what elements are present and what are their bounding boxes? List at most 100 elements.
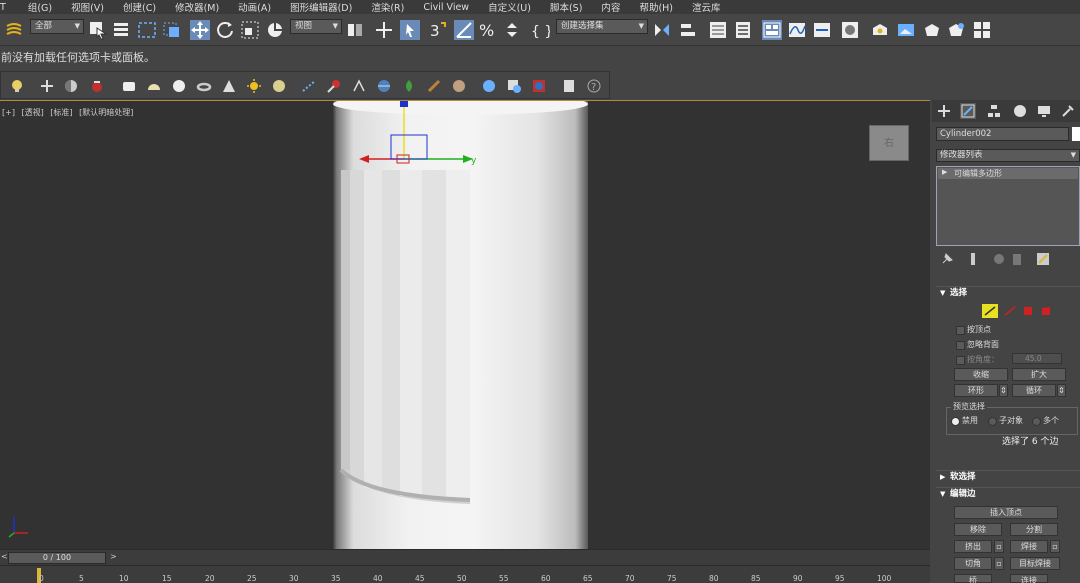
move-icon[interactable] — [190, 20, 210, 40]
teapot-icon[interactable] — [89, 78, 105, 94]
workspace-grid-icon[interactable] — [972, 20, 992, 40]
menu-item-help[interactable]: 帮助(H) — [639, 0, 673, 14]
object-name-field[interactable]: Cylinder002 — [936, 127, 1069, 141]
create-tab-icon[interactable] — [936, 103, 952, 119]
preview-subobject-radio[interactable]: 子对象 — [988, 415, 1023, 426]
menu-item-rendering[interactable]: 渲染(R) — [371, 0, 404, 14]
menu-item-graph-editors[interactable]: 图形编辑器(D) — [290, 0, 352, 14]
menu-item-scripting[interactable]: 脚本(S) — [550, 0, 582, 14]
bone-icon[interactable] — [351, 78, 367, 94]
chamfer-button[interactable]: 切角 — [954, 557, 992, 570]
help-icon[interactable]: ? — [586, 78, 602, 94]
viewport-pov-label[interactable]: [透视] — [22, 108, 44, 117]
connect-button[interactable]: 连接 — [1010, 574, 1048, 583]
document-icon[interactable] — [561, 78, 577, 94]
scale-icon[interactable] — [240, 20, 260, 40]
object-color-swatch[interactable] — [1072, 127, 1080, 141]
hierarchy-tab-icon[interactable] — [986, 103, 1002, 119]
snaps-toggle-icon[interactable]: 3 — [428, 20, 448, 40]
remove-modifier-icon[interactable] — [1010, 252, 1024, 266]
modify-tab-icon[interactable] — [960, 103, 976, 119]
torus-icon[interactable] — [196, 78, 212, 94]
globe-icon[interactable] — [376, 78, 392, 94]
ring-spinner[interactable]: ⇕ — [999, 384, 1008, 397]
menu-item-modifiers[interactable]: 修改器(M) — [175, 0, 219, 14]
scene-explorer-icon[interactable] — [733, 20, 753, 40]
show-end-result-icon[interactable] — [966, 252, 980, 266]
by-vertex-checkbox[interactable]: 按顶点 — [956, 324, 991, 335]
edge-mode-icon[interactable] — [1002, 304, 1018, 318]
select-manipulate-icon[interactable] — [374, 20, 394, 40]
keyboard-shortcut-override-icon[interactable] — [400, 20, 420, 40]
pivot-center-icon[interactable] — [345, 20, 365, 40]
soft-selection-rollout-header[interactable]: ▶ 软选择 — [936, 470, 1080, 483]
viewport-standard-label[interactable]: [标准] — [50, 108, 72, 117]
edit-named-selection-icon[interactable]: { } — [530, 20, 550, 40]
chamfer-settings-button[interactable]: ▫ — [994, 557, 1004, 570]
ignore-backfacing-checkbox[interactable]: 忽略背面 — [956, 339, 999, 350]
element-mode-icon[interactable] — [1038, 304, 1054, 318]
sky-light-icon[interactable] — [271, 78, 287, 94]
selection-filter-dropdown[interactable]: 全部 ▼ — [30, 19, 84, 34]
perspective-viewport[interactable]: y [+] [透视] [标准] [默认明暗处理] 右 — [0, 100, 930, 549]
ribbon-toggle-icon[interactable] — [762, 20, 782, 40]
display-tab-icon[interactable] — [1036, 103, 1052, 119]
select-by-name-icon[interactable] — [112, 20, 132, 40]
menu-item-content[interactable]: 内容 — [601, 0, 620, 14]
modifier-brush-icon[interactable] — [426, 78, 442, 94]
by-angle-checkbox[interactable]: 按角度： — [956, 354, 999, 365]
render-iterative-icon[interactable] — [946, 20, 966, 40]
menu-item-render-cloud[interactable]: 渲云库 — [692, 0, 721, 14]
menu-item-customize[interactable]: 自定义(U) — [488, 0, 531, 14]
hemisphere-icon[interactable] — [146, 78, 162, 94]
cone-icon[interactable] — [221, 78, 237, 94]
grow-button[interactable]: 扩大 — [1012, 368, 1066, 381]
selected-shell-object[interactable] — [338, 170, 478, 508]
extrude-settings-button[interactable]: ▫ — [994, 540, 1004, 553]
menu-item-animation[interactable]: 动画(A) — [238, 0, 271, 14]
shrink-button[interactable]: 收缩 — [954, 368, 1008, 381]
window-crossing-icon[interactable] — [162, 20, 182, 40]
bridge-button[interactable]: 桥 — [954, 574, 992, 583]
named-selection-dropdown[interactable]: 创建选择集 ▼ — [556, 19, 648, 34]
ring-button[interactable]: 环形 — [954, 384, 998, 397]
rendered-frame-window-icon[interactable] — [896, 20, 916, 40]
box-icon[interactable] — [121, 78, 137, 94]
loop-button[interactable]: 循环 — [1012, 384, 1056, 397]
shell-icon[interactable] — [451, 78, 467, 94]
menu-item-group[interactable]: 组(G) — [28, 0, 52, 14]
material-slot-icon[interactable] — [506, 78, 522, 94]
sphere-icon[interactable] — [171, 78, 187, 94]
select-object-icon[interactable] — [88, 20, 108, 40]
make-unique-icon[interactable] — [992, 252, 1006, 266]
light-bulb-icon[interactable] — [9, 78, 25, 94]
loop-spinner[interactable]: ⇕ — [1057, 384, 1066, 397]
viewport-shading-label[interactable]: [默认明暗处理] — [79, 108, 133, 117]
time-slider[interactable]: 0 / 100 — [8, 552, 106, 564]
percent-snap-icon[interactable]: % — [478, 20, 498, 40]
rotate-icon[interactable] — [215, 20, 235, 40]
foliage-icon[interactable] — [401, 78, 417, 94]
angle-spinner[interactable]: 45.0 — [1012, 353, 1062, 364]
modifier-list-dropdown[interactable]: 修改器列表 ▼ — [936, 149, 1080, 162]
time-prev-arrow[interactable]: < — [1, 552, 8, 561]
spinner-snap-icon[interactable] — [502, 20, 522, 40]
remove-button[interactable]: 移除 — [954, 523, 1002, 536]
angle-snap-icon[interactable] — [454, 20, 474, 40]
material-browser-icon[interactable] — [531, 78, 547, 94]
particles-icon[interactable] — [301, 78, 317, 94]
link-icon[interactable] — [4, 20, 24, 40]
split-button[interactable]: 分割 — [1010, 523, 1058, 536]
utilities-tab-icon[interactable] — [1060, 103, 1076, 119]
render-sphere-icon[interactable] — [481, 78, 497, 94]
preview-disabled-radio[interactable]: 禁用 — [951, 415, 978, 426]
track-bar[interactable]: 0 5 10 15 20 25 30 35 40 45 50 55 60 65 … — [0, 565, 930, 583]
curve-editor-icon[interactable] — [787, 20, 807, 40]
move-gizmo[interactable]: y — [355, 101, 485, 171]
insert-vertex-button[interactable]: 插入顶点 — [954, 506, 1058, 519]
vertex-mode-icon[interactable] — [982, 304, 998, 318]
menu-item-civil-view[interactable]: Civil View — [423, 2, 469, 13]
modifier-stack[interactable]: 可编辑多边形 ▶ — [936, 166, 1080, 246]
render-production-icon[interactable] — [922, 20, 942, 40]
menu-item-t[interactable]: T — [0, 2, 6, 13]
